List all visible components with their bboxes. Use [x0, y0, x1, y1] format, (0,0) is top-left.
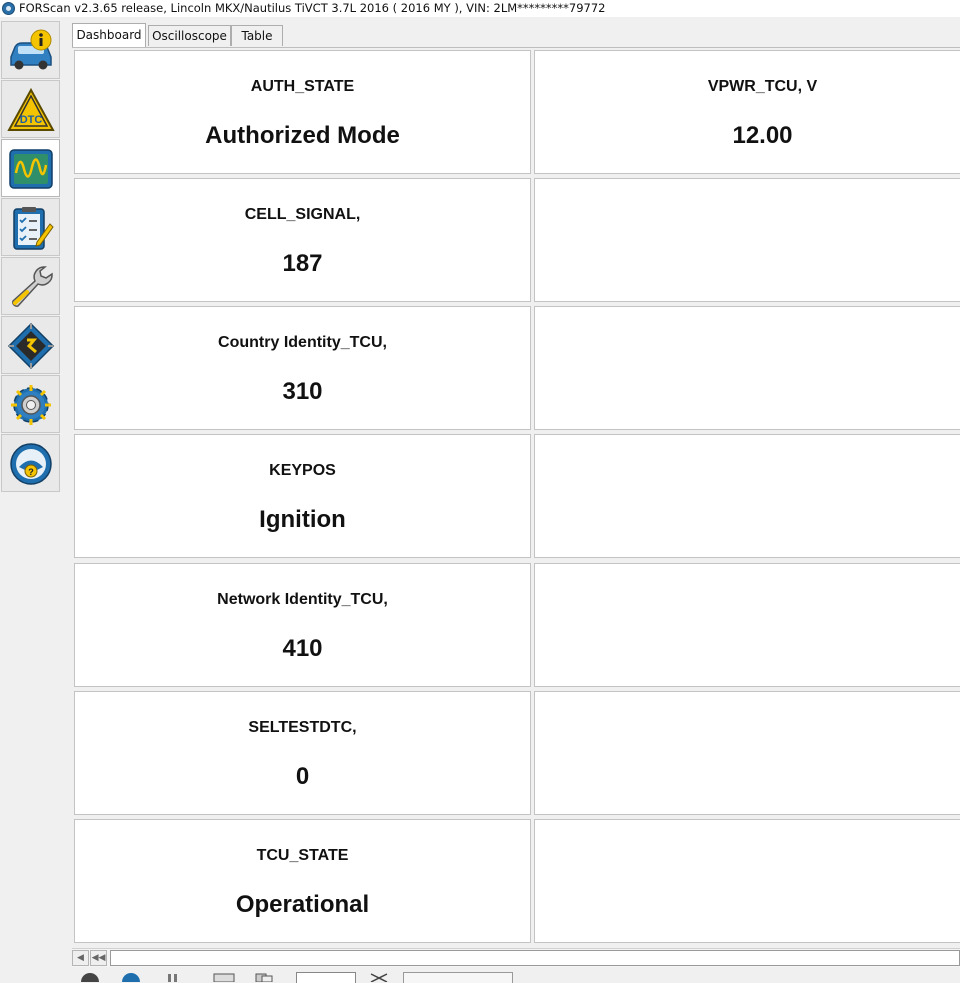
- zoom-field[interactable]: [296, 972, 356, 983]
- scroll-left-icon[interactable]: ◀: [72, 950, 89, 966]
- vehicle-info-icon: [10, 29, 52, 70]
- sidebar-item-programming[interactable]: [1, 316, 60, 374]
- checklist-icon: [13, 207, 54, 250]
- title-bar: FORScan v2.3.65 release, Lincoln MKX/Nau…: [0, 0, 960, 17]
- dtc-icon: DTC: [7, 87, 55, 131]
- bottom-toolbar: [0, 967, 960, 983]
- tile-label: SELTESTDTC,: [248, 719, 357, 736]
- forscan-logo-icon: [2, 2, 15, 15]
- wrench-icon: [12, 266, 53, 307]
- sidebar-item-configuration[interactable]: [1, 257, 60, 315]
- sidebar: DTC ?: [0, 17, 61, 507]
- dashboard-tile-seltestdtc[interactable]: SELTESTDTC, 0: [74, 691, 531, 815]
- gear-icon: [11, 385, 51, 425]
- dashboard-tile-empty[interactable]: [534, 434, 960, 558]
- record-icon[interactable]: [80, 972, 100, 982]
- copy-icon[interactable]: [254, 972, 276, 982]
- sidebar-item-service-procedures[interactable]: [1, 198, 60, 256]
- tab-dashboard[interactable]: Dashboard: [72, 23, 146, 47]
- tile-value: 0: [295, 763, 310, 790]
- tile-value: 410: [282, 635, 323, 662]
- dashboard-tile-keypos[interactable]: KEYPOS Ignition: [74, 434, 531, 558]
- tile-label: Network Identity_TCU,: [217, 591, 388, 608]
- dashboard-tile-empty[interactable]: [534, 306, 960, 430]
- pause-icon[interactable]: [165, 972, 181, 982]
- window-title: FORScan v2.3.65 release, Lincoln MKX/Nau…: [19, 1, 606, 15]
- svg-text:?: ?: [28, 467, 34, 477]
- dashboard-tile-network-identity[interactable]: Network Identity_TCU, 410: [74, 563, 531, 687]
- close-icon[interactable]: [368, 972, 390, 982]
- connect-icon[interactable]: [121, 972, 141, 982]
- dashboard-panel: AUTH_STATE Authorized Mode CELL_SIGNAL, …: [72, 47, 960, 946]
- dashboard-tile-empty[interactable]: [534, 819, 960, 943]
- dashboard-tile-empty[interactable]: [534, 563, 960, 687]
- tile-value: Authorized Mode: [205, 122, 400, 149]
- tab-table[interactable]: Table: [231, 25, 283, 46]
- tile-value: 12.00: [732, 122, 793, 149]
- tile-value: 310: [282, 378, 323, 405]
- save-icon[interactable]: [213, 972, 235, 982]
- tab-oscilloscope[interactable]: Oscilloscope: [148, 25, 231, 46]
- dashboard-tile-country-identity[interactable]: Country Identity_TCU, 310: [74, 306, 531, 430]
- sidebar-item-dtc[interactable]: DTC: [1, 80, 60, 138]
- tile-label: VPWR_TCU, V: [707, 78, 818, 95]
- tile-value: 187: [282, 250, 323, 277]
- dashboard-tile-auth-state[interactable]: AUTH_STATE Authorized Mode: [74, 50, 531, 174]
- dashboard-tile-vpwr-tcu[interactable]: VPWR_TCU, V 12.00: [534, 50, 960, 174]
- svg-text:DTC: DTC: [20, 114, 43, 126]
- status-field: [403, 972, 513, 983]
- dashboard-tile-empty[interactable]: [534, 178, 960, 302]
- dashboard-tile-tcu-state[interactable]: TCU_STATE Operational: [74, 819, 531, 943]
- scroll-first-icon[interactable]: ◀◀: [90, 950, 107, 966]
- tile-label: TCU_STATE: [256, 847, 349, 864]
- dashboard-tile-empty[interactable]: [534, 691, 960, 815]
- sidebar-item-oscilloscope[interactable]: [1, 139, 60, 197]
- tile-label: Country Identity_TCU,: [218, 334, 387, 351]
- scrollbar-thumb[interactable]: [110, 950, 960, 966]
- horizontal-scrollbar[interactable]: ◀ ◀◀: [72, 948, 960, 967]
- tile-label: AUTH_STATE: [250, 78, 355, 95]
- sidebar-item-help[interactable]: ?: [1, 434, 60, 492]
- chip-icon: [7, 322, 55, 370]
- tile-value: Ignition: [259, 506, 346, 533]
- help-icon: ?: [10, 443, 52, 485]
- tile-label: KEYPOS: [269, 462, 336, 479]
- sidebar-item-vehicle-info[interactable]: [1, 21, 60, 79]
- oscilloscope-icon: [9, 149, 53, 189]
- sidebar-item-settings[interactable]: [1, 375, 60, 433]
- dashboard-tile-cell-signal[interactable]: CELL_SIGNAL, 187: [74, 178, 531, 302]
- tile-label: CELL_SIGNAL,: [244, 206, 361, 223]
- tile-value: Operational: [235, 891, 370, 918]
